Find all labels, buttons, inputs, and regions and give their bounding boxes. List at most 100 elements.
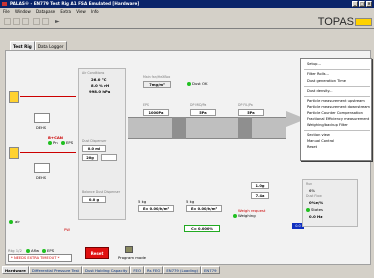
app-icon xyxy=(2,2,7,6)
btab-en779-loading[interactable]: EN779 (Loading) xyxy=(163,266,201,274)
btab-feo[interactable]: FEO xyxy=(130,266,144,274)
program-mode-icon[interactable] xyxy=(125,246,133,253)
brand-logo xyxy=(355,18,372,26)
save-icon[interactable] xyxy=(22,18,29,25)
mixing-section xyxy=(172,117,186,139)
maximize-button[interactable]: □ xyxy=(359,1,365,7)
dust-dispenser-label: Dust Dispenser xyxy=(82,139,107,143)
air-conditions-panel: Air Conditions 26.0 °C 8.0 % rH 998.0 hP… xyxy=(78,68,126,220)
air-pressure: 998.0 hPa xyxy=(89,89,111,94)
open-icon[interactable] xyxy=(13,18,20,25)
ctx-manual-control[interactable]: Manual Control xyxy=(307,139,334,143)
ctx-separator xyxy=(304,96,370,97)
balance-label: Balance Dust Dispenser xyxy=(82,190,121,194)
flow-value: 7mg/m³ xyxy=(143,81,171,88)
ctx-weighing-backup[interactable]: Weighing/backup Filter xyxy=(307,123,348,127)
btab-dust-holding[interactable]: Dust Holding Capacity xyxy=(82,266,131,274)
weighing-led xyxy=(233,214,237,218)
menu-window[interactable]: Window xyxy=(15,9,31,14)
print-icon[interactable] xyxy=(33,18,40,25)
status-message: * NEEDS EXTRA TIMEOUT * xyxy=(8,254,72,262)
dust-flow-label: Dust Flow xyxy=(306,194,322,198)
ctx-dust-gen-time[interactable]: Dust generation Time xyxy=(307,79,346,83)
ctx-separator xyxy=(304,86,370,87)
view-tabs: Test Rig Data Logger xyxy=(10,41,67,50)
state-led xyxy=(306,208,310,212)
fm1-value: 5 kg xyxy=(138,199,147,204)
air-label: air xyxy=(15,219,20,224)
p-fil-label: DP FIL/Pa xyxy=(238,103,253,107)
ctx-counter-compensation[interactable]: Particle Counter Compensation xyxy=(307,111,363,115)
p-mid-label: DP MID/Pa xyxy=(190,103,207,107)
ctx-section-view[interactable]: Section view xyxy=(307,133,330,137)
run-panel: Run 6% Dust Flow 0%e/% States 0.0 Hz xyxy=(302,179,358,227)
dehs-unit-left xyxy=(34,113,50,123)
dehs-line-1 xyxy=(20,96,76,97)
dust-ok-led xyxy=(187,82,191,86)
eps-status-label: EPS xyxy=(47,248,55,253)
pn-label: Pn xyxy=(53,140,58,145)
ctx-particle-upstream[interactable]: Particle measurement upstream xyxy=(307,99,365,103)
balance-value: 0.0 g xyxy=(82,196,106,203)
menu-database[interactable]: Datapase xyxy=(36,9,55,14)
reset-button[interactable]: Reset xyxy=(85,247,109,259)
dehs-tank-1 xyxy=(9,91,19,103)
fm2-value: 5 kg xyxy=(186,199,195,204)
air-temp: 26.0 °C xyxy=(91,77,107,82)
status-line: Rtg 1/2 xyxy=(8,248,22,253)
close-button[interactable]: × xyxy=(366,1,372,7)
menu-info[interactable]: Info xyxy=(91,9,99,14)
window-title: PALAS® - EN779 Test Rig A1 FSA Emulated … xyxy=(10,1,140,6)
new-icon[interactable] xyxy=(4,18,11,25)
ctx-fractional-efficiency[interactable]: Fractional Efficiency measurement xyxy=(307,117,369,121)
tab-test-rig[interactable]: Test Rig xyxy=(10,41,35,50)
ctx-separator xyxy=(304,69,370,70)
filter-section xyxy=(238,117,252,139)
btab-rs-feo[interactable]: Rs FEO xyxy=(143,266,164,274)
dust-dispenser-speed: 20g xyxy=(82,154,98,161)
ctx-reset[interactable]: Reset xyxy=(307,145,317,149)
efficiency-value: C= 0.000% xyxy=(184,225,220,232)
weighing-label: Weighing xyxy=(238,213,256,218)
flow-right-value-2: 7.4a xyxy=(251,192,269,199)
dust-dispenser-value: 0.0 ml xyxy=(82,145,106,152)
pn-led xyxy=(48,141,52,145)
eps-led xyxy=(61,141,65,145)
fm2-rate: E= 0.00/h/m² xyxy=(186,205,222,212)
dehs-unit-right xyxy=(34,163,50,173)
btab-diff-pressure[interactable]: Differential Pressure Test xyxy=(28,266,83,274)
state-label: States xyxy=(311,207,324,212)
dust-ok-label: Dust OK xyxy=(192,81,208,86)
fm1-rate: E= 0.00/h/m² xyxy=(138,205,174,212)
dehs-tank-2 xyxy=(9,147,19,159)
play-icon[interactable]: ► xyxy=(55,18,62,25)
pw-label: PW xyxy=(64,227,71,232)
ctx-particle-downstream[interactable]: Particle measurement downstream xyxy=(307,105,370,109)
program-mode-label: Program mode xyxy=(118,255,146,260)
menu-file[interactable]: File xyxy=(3,9,10,14)
menu-bar: File Window Datapase Extra View Info xyxy=(0,8,374,15)
brand-logo-text: TOPAS xyxy=(317,16,354,28)
dispenser-indicator xyxy=(101,154,117,161)
air-rh: 8.0 % rH xyxy=(91,83,110,88)
run-label: Run xyxy=(306,182,313,186)
test-duct xyxy=(128,117,286,139)
flow-right-value: 1.0g xyxy=(251,182,269,189)
run-value: 6% xyxy=(309,188,316,193)
btab-en779[interactable]: EN779 xyxy=(201,266,220,274)
ctx-filter-rolls[interactable]: Filter Rolls... xyxy=(307,72,329,76)
aflow-led xyxy=(26,249,30,253)
btab-hardware[interactable]: Hardware xyxy=(2,266,29,274)
menu-extra[interactable]: Extra xyxy=(60,9,71,14)
ctx-setup[interactable]: Setup... xyxy=(307,62,321,66)
ctx-dust-density[interactable]: Dust density... xyxy=(307,89,333,93)
ctx-separator xyxy=(304,130,370,131)
minimize-button[interactable]: _ xyxy=(352,1,358,7)
air-led xyxy=(9,220,13,224)
menu-view[interactable]: View xyxy=(76,9,86,14)
copy-icon[interactable] xyxy=(42,18,49,25)
main-fan-label: Main fan/HeXBox xyxy=(143,75,171,79)
eps-label: EPS xyxy=(66,140,74,145)
dehs-left-label: DEHS xyxy=(36,126,47,130)
tab-data-logger[interactable]: Data Logger xyxy=(34,41,67,50)
